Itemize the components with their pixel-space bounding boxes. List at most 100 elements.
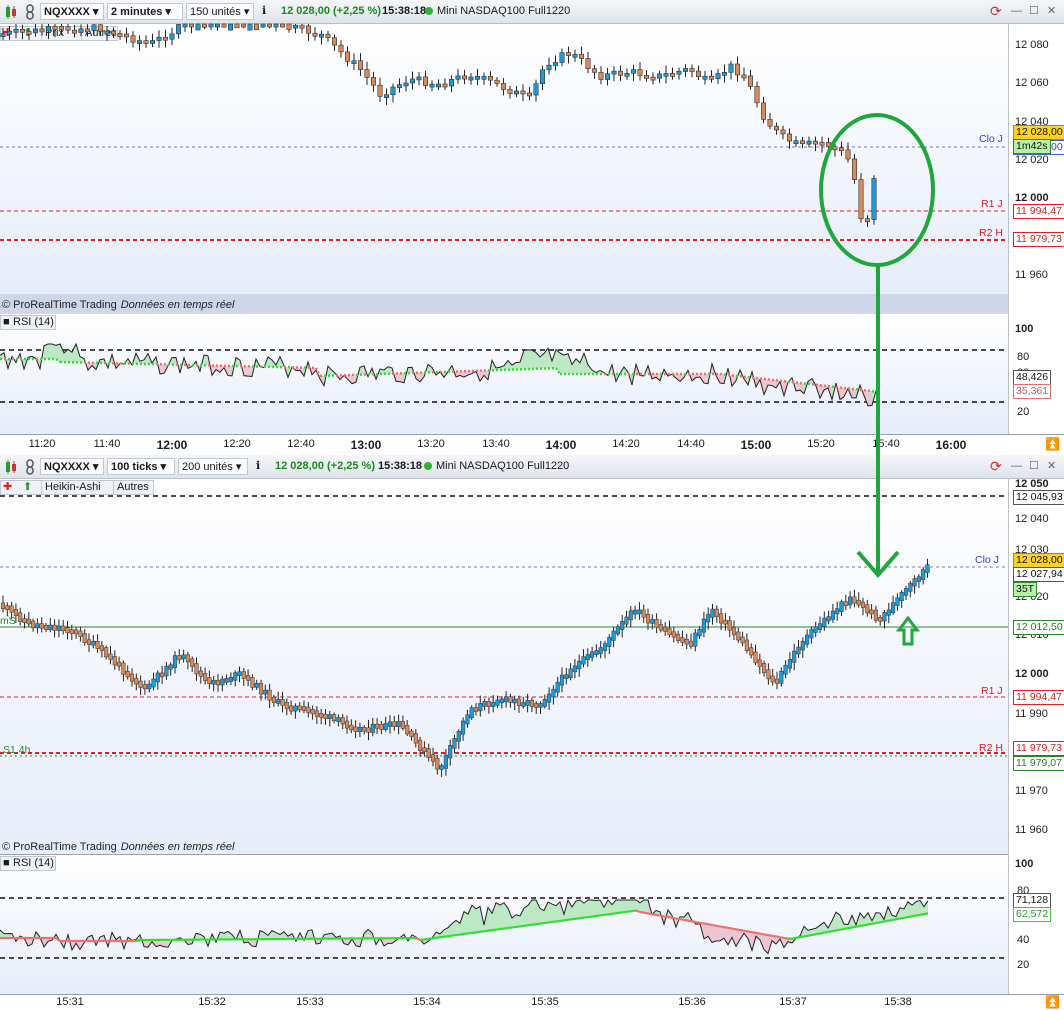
candle-body	[820, 142, 824, 145]
candle-body	[872, 179, 876, 220]
candle-body	[827, 616, 831, 621]
candle-body	[109, 654, 113, 659]
rsi-fill	[72, 344, 76, 362]
top-price-panel[interactable]: ✚ ⬆ Prix Autres	[0, 24, 1008, 294]
candle-body	[745, 640, 749, 651]
candle-body	[698, 629, 702, 636]
candle-body	[560, 675, 564, 685]
candle-body	[27, 31, 31, 34]
minimize-icon[interactable]: —	[1011, 458, 1022, 475]
candle-body	[774, 126, 778, 130]
top-rsi-panel[interactable]: ■ RSI (14)	[0, 314, 1008, 434]
rsi-fill	[508, 908, 512, 928]
candle-body	[509, 697, 513, 703]
candle-body	[818, 624, 822, 630]
link-icon[interactable]	[24, 458, 36, 475]
timeframe-select[interactable]: 100 ticks ▾	[107, 458, 175, 475]
candle-body	[209, 24, 213, 27]
time-tick-label: 15:00	[741, 438, 772, 452]
minimize-icon[interactable]: —	[1011, 3, 1022, 20]
candle-body	[522, 702, 526, 706]
rsi-signal-line	[668, 917, 672, 918]
link-icon[interactable]	[24, 3, 36, 20]
rsi-signal-line	[556, 921, 560, 922]
candle-body	[287, 24, 291, 29]
candle-body	[156, 673, 160, 682]
info-icon[interactable]: ℹ	[262, 3, 266, 20]
rsi-fill	[704, 374, 708, 384]
candle-body	[670, 73, 674, 76]
refresh-icon[interactable]: ⟳	[990, 3, 1002, 20]
units-select[interactable]: 200 unités ▾	[178, 458, 248, 475]
candle-body	[595, 651, 599, 655]
time-tick-label: 13:00	[351, 438, 382, 452]
price-change: 12 028,00 (+2,25 %)	[275, 458, 375, 475]
bottom-rsi-panel[interactable]: ■ RSI (14)	[0, 854, 1008, 995]
ticks-left-tag: 35T	[1013, 582, 1037, 597]
rsi-tick-label: 80	[1017, 351, 1029, 363]
close-icon[interactable]: ✕	[1047, 3, 1056, 20]
rsi-fill	[596, 900, 600, 916]
symbol-select[interactable]: NQXXXX ▾	[40, 3, 104, 20]
r2-level-label: R2 H	[979, 227, 1003, 239]
rsi-signal-line	[452, 935, 456, 936]
candle-body	[306, 26, 310, 33]
candle-body	[685, 639, 689, 644]
scroll-up-icon[interactable]: ⏫	[1045, 995, 1060, 1009]
refresh-icon[interactable]: ⟳	[990, 458, 1002, 475]
rsi-fill	[400, 373, 404, 383]
candle-body	[719, 614, 723, 623]
rsi-signal-line	[732, 929, 736, 930]
candle-body	[709, 76, 713, 79]
bottom-price-panel[interactable]: ✚ ⬆ Heikin-Ashi Autres © ProRealTime Tra…	[0, 479, 1008, 854]
rsi-signal-line	[848, 927, 852, 928]
units-select[interactable]: 150 unités ▾	[186, 3, 254, 20]
r1-price-tag: 11 994,47	[1013, 204, 1064, 219]
candle-body	[579, 54, 583, 58]
rsi-signal-line	[448, 936, 452, 937]
rsi-signal-line	[608, 914, 612, 915]
symbol-select[interactable]: NQXXXX ▾	[40, 458, 104, 475]
candle-body	[111, 31, 115, 34]
maximize-icon[interactable]: ☐	[1029, 3, 1039, 20]
candle-body	[603, 644, 607, 651]
close-price-tag: 12 028,00	[1013, 125, 1064, 140]
price-tick-label: 12 050	[1015, 478, 1049, 490]
close-icon[interactable]: ✕	[1047, 458, 1056, 475]
price-tick-label: 12 080	[1015, 39, 1049, 51]
rsi-fill	[524, 905, 528, 926]
scroll-up-icon[interactable]: ⏫	[1045, 437, 1060, 451]
rsi-signal-line	[740, 930, 744, 931]
rsi-signal-line	[604, 914, 608, 915]
rsi-signal-line	[808, 935, 812, 936]
candle-body	[672, 632, 676, 637]
maximize-icon[interactable]: ☐	[1029, 458, 1039, 475]
rsi-fill	[924, 901, 928, 914]
candle-body	[130, 674, 134, 681]
candlestick-icon[interactable]	[4, 458, 18, 475]
rsi-fill	[564, 354, 568, 374]
rsi-signal-line	[528, 925, 532, 926]
rsi-signal-line	[560, 920, 564, 921]
candlestick-icon[interactable]	[4, 3, 18, 20]
candle-body	[474, 708, 478, 712]
rsi-fill	[496, 903, 500, 930]
candle-body	[276, 699, 280, 703]
candle-body	[534, 84, 538, 95]
rsi-signal-line	[656, 915, 660, 916]
rsi-signal-line	[852, 927, 856, 928]
timeframe-select[interactable]: 2 minutes ▾	[107, 3, 183, 20]
candle-body	[285, 702, 289, 709]
candle-body	[79, 29, 83, 33]
r2-price-tag: 11 979,73	[1013, 741, 1064, 756]
rsi-signal-line	[472, 932, 476, 933]
info-icon[interactable]: ℹ	[256, 458, 260, 475]
candle-body	[267, 24, 271, 27]
rsi-fill	[592, 900, 596, 917]
candle-body	[405, 725, 409, 734]
candle-body	[27, 619, 31, 624]
candle-body	[66, 628, 70, 633]
candle-body	[794, 141, 798, 144]
candle-body	[189, 24, 193, 27]
candle-body	[289, 706, 293, 711]
